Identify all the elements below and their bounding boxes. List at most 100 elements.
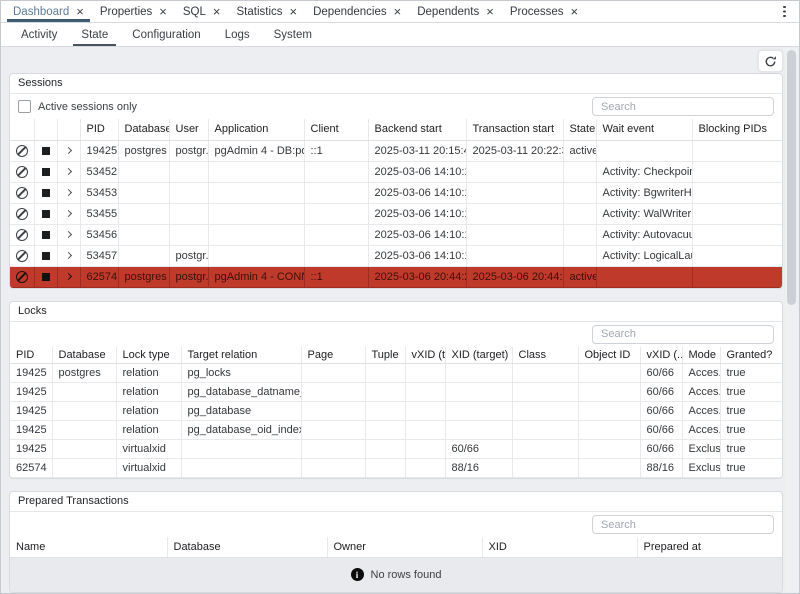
terminate-session-icon[interactable] — [42, 252, 50, 260]
subtab-system[interactable]: System — [262, 23, 324, 46]
terminate-session-icon-cell[interactable] — [34, 161, 57, 182]
column-header-wait-event[interactable]: Wait event — [596, 119, 692, 140]
tab-dashboard[interactable]: Dashboard× — [5, 1, 92, 22]
sessions-search-input[interactable] — [592, 97, 774, 116]
active-sessions-checkbox[interactable] — [18, 100, 31, 113]
column-header-database[interactable]: Database — [118, 119, 169, 140]
expand-row-icon-cell[interactable] — [57, 224, 80, 245]
column-header-backend-start[interactable]: Backend start — [368, 119, 466, 140]
cancel-session-icon[interactable] — [16, 250, 28, 262]
column-header-database[interactable]: Database — [167, 537, 327, 557]
table-row[interactable]: 62574postgrespostgr...pgAdmin 4 - CONN:6… — [10, 266, 782, 287]
expand-row-icon[interactable] — [65, 273, 72, 280]
expand-row-icon-cell[interactable] — [57, 245, 80, 266]
terminate-session-icon[interactable] — [42, 168, 50, 176]
column-header-lock-type[interactable]: Lock type — [116, 347, 181, 364]
table-row[interactable]: 62574virtualxid88/1688/16Exclusi...true — [10, 459, 782, 478]
cancel-session-icon-cell[interactable] — [10, 140, 34, 161]
subtab-configuration[interactable]: Configuration — [120, 23, 212, 46]
close-icon[interactable]: × — [213, 5, 221, 18]
expand-row-icon[interactable] — [65, 168, 72, 175]
terminate-session-icon-cell[interactable] — [34, 140, 57, 161]
column-header-class[interactable]: Class — [512, 347, 578, 364]
cancel-session-icon[interactable] — [16, 145, 28, 157]
close-icon[interactable]: × — [290, 5, 298, 18]
prepared-search-input[interactable] — [592, 515, 774, 534]
expand-row-icon-cell[interactable] — [57, 161, 80, 182]
cancel-session-icon-cell[interactable] — [10, 224, 34, 245]
cancel-session-icon-cell[interactable] — [10, 266, 34, 287]
column-header-transaction-start[interactable]: Transaction start — [466, 119, 563, 140]
subtab-logs[interactable]: Logs — [213, 23, 262, 46]
column-header-blocking-pids[interactable]: Blocking PIDs — [692, 119, 782, 140]
column-header-vxid-t[interactable]: vXID (t... — [405, 347, 445, 364]
column-header-owner[interactable]: Owner — [327, 537, 482, 557]
close-icon[interactable]: × — [76, 5, 84, 18]
column-header-vxid[interactable]: vXID (... — [640, 347, 682, 364]
table-row[interactable]: 19425postgresrelationpg_locks60/66Acces.… — [10, 364, 782, 383]
cancel-session-icon[interactable] — [16, 187, 28, 199]
cancel-session-icon-cell[interactable] — [10, 182, 34, 203]
locks-search-input[interactable] — [592, 325, 774, 344]
column-header-database[interactable]: Database — [52, 347, 116, 364]
expand-row-icon-cell[interactable] — [57, 182, 80, 203]
terminate-session-icon-cell[interactable] — [34, 224, 57, 245]
column-header-target-relation[interactable]: Target relation — [181, 347, 301, 364]
terminate-session-icon[interactable] — [42, 189, 50, 197]
cancel-session-icon[interactable] — [16, 208, 28, 220]
table-row[interactable]: 19425relationpg_database_oid_index60/66A… — [10, 421, 782, 440]
expand-row-icon-cell[interactable] — [57, 140, 80, 161]
table-row[interactable]: 534552025-03-06 14:10:11 ...Activity: Wa… — [10, 203, 782, 224]
terminate-session-icon-cell[interactable] — [34, 245, 57, 266]
terminate-session-icon[interactable] — [42, 273, 50, 281]
expand-row-icon[interactable] — [65, 210, 72, 217]
column-header-client[interactable]: Client — [304, 119, 368, 140]
cancel-session-icon[interactable] — [16, 229, 28, 241]
column-header-mode[interactable]: Mode — [682, 347, 720, 364]
column-header-pid[interactable]: PID — [80, 119, 118, 140]
close-icon[interactable]: × — [486, 5, 494, 18]
terminate-session-icon[interactable] — [42, 147, 50, 155]
column-header-page[interactable]: Page — [301, 347, 365, 364]
terminate-session-icon-cell[interactable] — [34, 266, 57, 287]
vertical-scrollbar[interactable] — [785, 48, 798, 592]
table-row[interactable]: 19425virtualxid60/6660/66Exclusi...true — [10, 440, 782, 459]
expand-row-icon[interactable] — [65, 231, 72, 238]
tab-dependencies[interactable]: Dependencies× — [305, 1, 409, 22]
cancel-session-icon-cell[interactable] — [10, 203, 34, 224]
column-header-xid-target[interactable]: XID (target) — [445, 347, 512, 364]
column-header-name[interactable]: Name — [10, 537, 167, 557]
close-icon[interactable]: × — [571, 5, 579, 18]
column-header-granted[interactable]: Granted? — [720, 347, 782, 364]
kebab-menu-icon[interactable] — [777, 5, 791, 19]
expand-row-icon[interactable] — [65, 252, 72, 259]
scrollbar-thumb[interactable] — [787, 50, 796, 305]
terminate-session-icon[interactable] — [42, 231, 50, 239]
tab-properties[interactable]: Properties× — [92, 1, 175, 22]
close-icon[interactable]: × — [159, 5, 167, 18]
expand-row-icon[interactable] — [65, 147, 72, 154]
tab-sql[interactable]: SQL× — [175, 1, 229, 22]
column-header-object-id[interactable]: Object ID — [578, 347, 640, 364]
column-header-xid[interactable]: XID — [482, 537, 637, 557]
subtab-activity[interactable]: Activity — [9, 23, 69, 46]
table-row[interactable]: 19425relationpg_database_datname_ind...6… — [10, 383, 782, 402]
column-header-application[interactable]: Application — [208, 119, 304, 140]
table-row[interactable]: 19425postgrespostgr...pgAdmin 4 - DB:pos… — [10, 140, 782, 161]
refresh-button[interactable] — [758, 50, 783, 72]
column-header-pid[interactable]: PID — [10, 347, 52, 364]
column-header-prepared-at[interactable]: Prepared at — [637, 537, 782, 557]
tab-dependents[interactable]: Dependents× — [409, 1, 502, 22]
terminate-session-icon[interactable] — [42, 210, 50, 218]
expand-row-icon-cell[interactable] — [57, 203, 80, 224]
tab-processes[interactable]: Processes× — [502, 1, 586, 22]
column-header-tuple[interactable]: Tuple — [365, 347, 405, 364]
tab-statistics[interactable]: Statistics× — [228, 1, 305, 22]
cancel-session-icon[interactable] — [16, 166, 28, 178]
table-row[interactable]: 19425relationpg_database60/66Acces...tru… — [10, 402, 782, 421]
terminate-session-icon-cell[interactable] — [34, 203, 57, 224]
subtab-state[interactable]: State — [69, 23, 120, 46]
column-header-state[interactable]: State — [563, 119, 596, 140]
table-row[interactable]: 534532025-03-06 14:10:11 ...Activity: Bg… — [10, 182, 782, 203]
column-header-user[interactable]: User — [169, 119, 208, 140]
